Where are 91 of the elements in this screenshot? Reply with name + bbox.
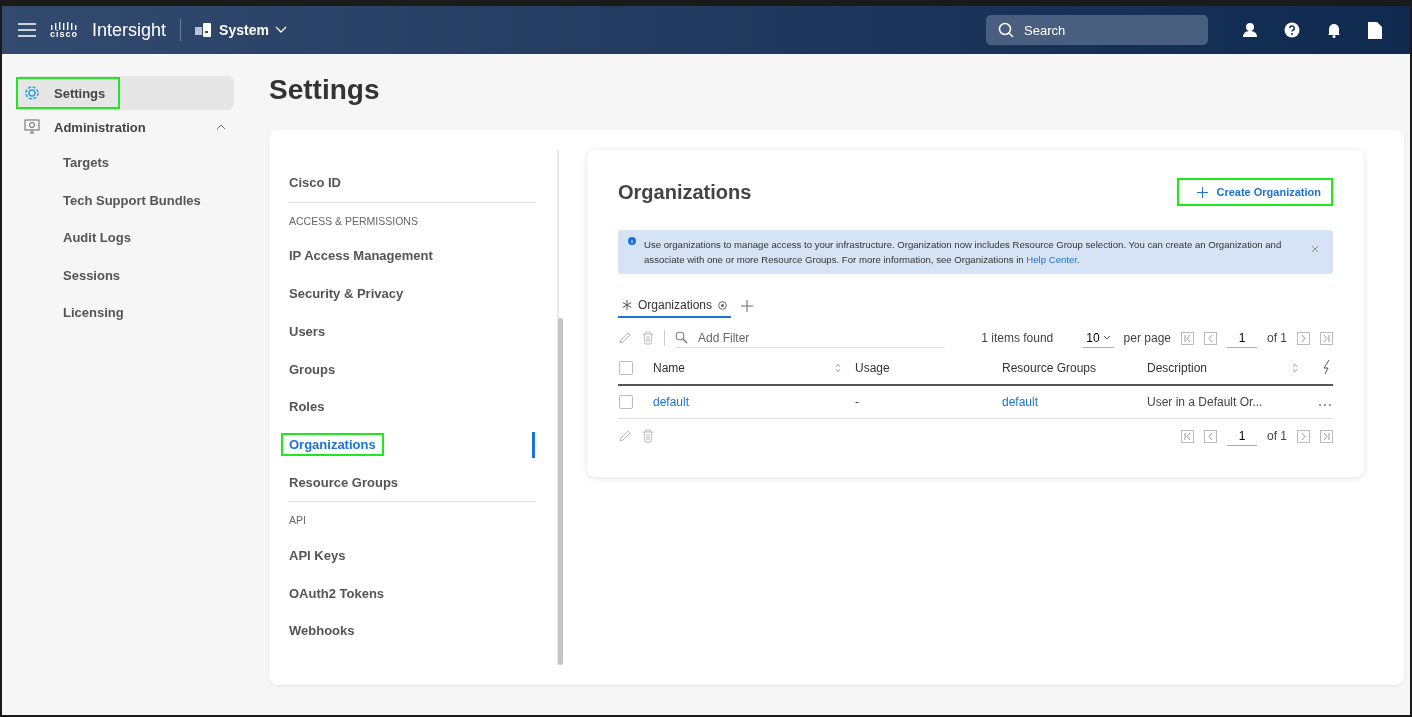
page-title: Settings [269, 74, 381, 107]
banner-text: Use organizations to manage access to your infrastructure. Organization now includes Resource Group selection. You can create an Organization and associate with one or more Resource Groups. For more information, see Organizations in Help Center. [644, 238, 1283, 267]
items-found: 1 items found [981, 331, 1054, 345]
section-heading: ACCESS & PERMISSIONS [289, 214, 418, 227]
user-icon [1242, 21, 1258, 38]
table-tab[interactable]: Organizations [618, 296, 732, 318]
settings-nav-item[interactable]: API Keys [281, 536, 535, 575]
help-center-link[interactable]: Help Center [1026, 254, 1077, 265]
sidebar-item[interactable]: Targets [16, 144, 216, 182]
resource-group-link[interactable]: default [1002, 395, 1039, 409]
settings-nav-item[interactable]: OAuth2 Tokens [281, 574, 535, 612]
previous-page-button[interactable] [1204, 331, 1217, 345]
sidebar-item[interactable]: Licensing [16, 294, 216, 332]
next-page-button[interactable] [1297, 429, 1310, 443]
next-page-button[interactable] [1297, 331, 1310, 345]
lightning-icon [1322, 359, 1332, 374]
previous-page-button[interactable] [1204, 429, 1217, 443]
scope-selector[interactable]: System [195, 22, 287, 38]
product-name: Intersight [92, 19, 167, 41]
row-checkbox[interactable] [619, 395, 633, 409]
settings-icon [718, 300, 728, 310]
info-icon [628, 237, 636, 245]
section-heading: API [289, 514, 306, 527]
edit-icon [618, 429, 632, 443]
bell-icon [1326, 21, 1342, 38]
settings-nav-item[interactable]: Security & Privacy [281, 274, 535, 313]
sort-icon[interactable] [1292, 363, 1298, 373]
settings-nav-item[interactable]: Organizations [281, 425, 535, 464]
sidebar-item[interactable]: Tech Support Bundles [16, 181, 216, 219]
column-header[interactable]: Description [1147, 361, 1208, 375]
document-icon [1368, 21, 1382, 39]
first-page-button[interactable] [1181, 331, 1194, 345]
arrow-icon [1322, 333, 1331, 343]
organization-link[interactable]: default [653, 395, 690, 409]
scrollbar[interactable] [557, 150, 565, 665]
gear-icon [24, 85, 40, 101]
page-count: of 1 [1267, 331, 1287, 345]
chevron-up-icon [216, 124, 226, 130]
panel-title: Organizations [618, 180, 752, 204]
trash-icon [642, 331, 654, 345]
arrow-icon [1183, 431, 1192, 441]
column-header[interactable]: Usage [855, 361, 890, 375]
last-page-button[interactable] [1320, 331, 1333, 345]
search-bar[interactable]: Search [986, 15, 1208, 45]
sidebar-item[interactable]: Audit Logs [16, 219, 216, 257]
more-icon [1318, 402, 1332, 407]
sidebar-group[interactable]: Administration [16, 110, 234, 144]
arrow-icon [1183, 333, 1192, 343]
settings-nav-item[interactable]: IP Access Management [281, 236, 535, 275]
column-header[interactable]: Name [653, 361, 685, 375]
settings-nav-item[interactable]: Cisco ID [281, 164, 535, 202]
sidebar-item[interactable]: Settings [16, 76, 234, 110]
create-organization-button[interactable]: Create Organization [1177, 178, 1333, 206]
brand-logo: cisco [50, 21, 78, 39]
page-number-field[interactable]: 1 [1227, 426, 1257, 446]
menu-icon [18, 23, 36, 37]
edit-icon [618, 331, 632, 345]
arrow-icon [1322, 431, 1331, 441]
settings-nav-item[interactable]: Roles [281, 388, 535, 426]
plus-icon [741, 299, 754, 312]
asterisk-icon [622, 300, 632, 310]
per-page-dropdown[interactable]: 10 [1083, 328, 1114, 348]
page-count: of 1 [1267, 429, 1287, 443]
page-number-field[interactable]: 1 [1227, 328, 1257, 348]
filter-bar[interactable]: Add Filter [675, 328, 945, 348]
monitor-icon [24, 119, 40, 135]
bars-icon [51, 21, 77, 30]
last-page-button[interactable] [1320, 429, 1333, 443]
search-icon [675, 331, 688, 344]
plus-icon [1197, 186, 1209, 198]
settings-nav-item[interactable]: Resource Groups [281, 463, 535, 502]
add-tab-button[interactable] [741, 299, 754, 315]
select-all-checkbox[interactable] [619, 361, 633, 375]
per-page-label: per page [1123, 331, 1171, 345]
server-icon [195, 23, 214, 37]
search-icon [998, 22, 1014, 38]
settings-nav-item[interactable]: Groups [281, 350, 535, 388]
close-icon [1311, 245, 1319, 253]
sidebar-item[interactable]: Sessions [16, 256, 216, 294]
column-header[interactable]: Resource Groups [1002, 361, 1097, 375]
table-cell: - [855, 395, 859, 409]
chevron-down-icon [1102, 335, 1111, 340]
settings-nav-item[interactable]: Webhooks [281, 611, 535, 650]
chevron-down-icon [274, 26, 287, 34]
help-icon [1284, 21, 1300, 38]
table-cell: User in a Default Or... [1147, 395, 1263, 409]
trash-icon [642, 429, 654, 443]
first-page-button[interactable] [1181, 429, 1194, 443]
sort-icon[interactable] [835, 363, 841, 373]
search-field[interactable]: Search [1022, 21, 1176, 39]
settings-nav-item[interactable]: Users [281, 312, 535, 351]
